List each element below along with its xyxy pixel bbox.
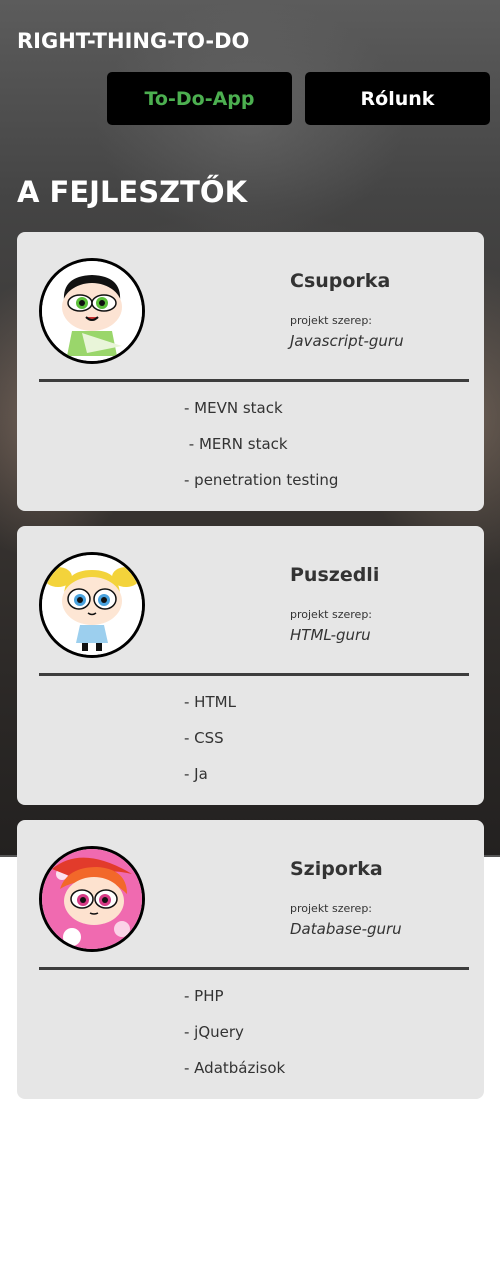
skill-item: - PHP (184, 987, 224, 1005)
skill-item: - HTML (184, 693, 236, 711)
card-divider (39, 379, 469, 382)
skill-item: - jQuery (184, 1023, 244, 1041)
role-caption: projekt szerep: (290, 314, 373, 327)
skill-item: - MEVN stack (184, 399, 283, 417)
developer-role: Database-guru (290, 920, 402, 938)
skill-item: - Ja (184, 765, 208, 783)
developer-card: Sziporka projekt szerep: Database-guru -… (17, 820, 484, 1099)
role-caption: projekt szerep: (290, 902, 373, 915)
role-caption: projekt szerep: (290, 608, 373, 621)
developer-name: Sziporka (290, 858, 383, 880)
skill-item: - Adatbázisok (184, 1059, 286, 1077)
developer-card: Csuporka projekt szerep: Javascript-guru… (17, 232, 484, 511)
brand-logo-text[interactable]: RIGHT-THING-TO-DO (17, 29, 249, 53)
nav-todo-app-button[interactable]: To-Do-App (107, 72, 292, 125)
buttercup-avatar (39, 258, 145, 364)
skill-item: - CSS (184, 729, 224, 747)
developer-name: Csuporka (290, 270, 391, 292)
nav-about-button[interactable]: Rólunk (305, 72, 490, 125)
skill-item: - penetration testing (184, 471, 339, 489)
developer-role: Javascript-guru (290, 332, 404, 350)
bubbles-avatar (39, 552, 145, 658)
developer-card: Puszedli projekt szerep: HTML-guru - HTM… (17, 526, 484, 805)
skill-item: - MERN stack (184, 435, 288, 453)
developer-role: HTML-guru (290, 626, 371, 644)
card-divider (39, 673, 469, 676)
card-divider (39, 967, 469, 970)
developer-name: Puszedli (290, 564, 380, 586)
blossom-avatar (39, 846, 145, 952)
section-title: A FEJLESZTŐK (17, 175, 248, 209)
